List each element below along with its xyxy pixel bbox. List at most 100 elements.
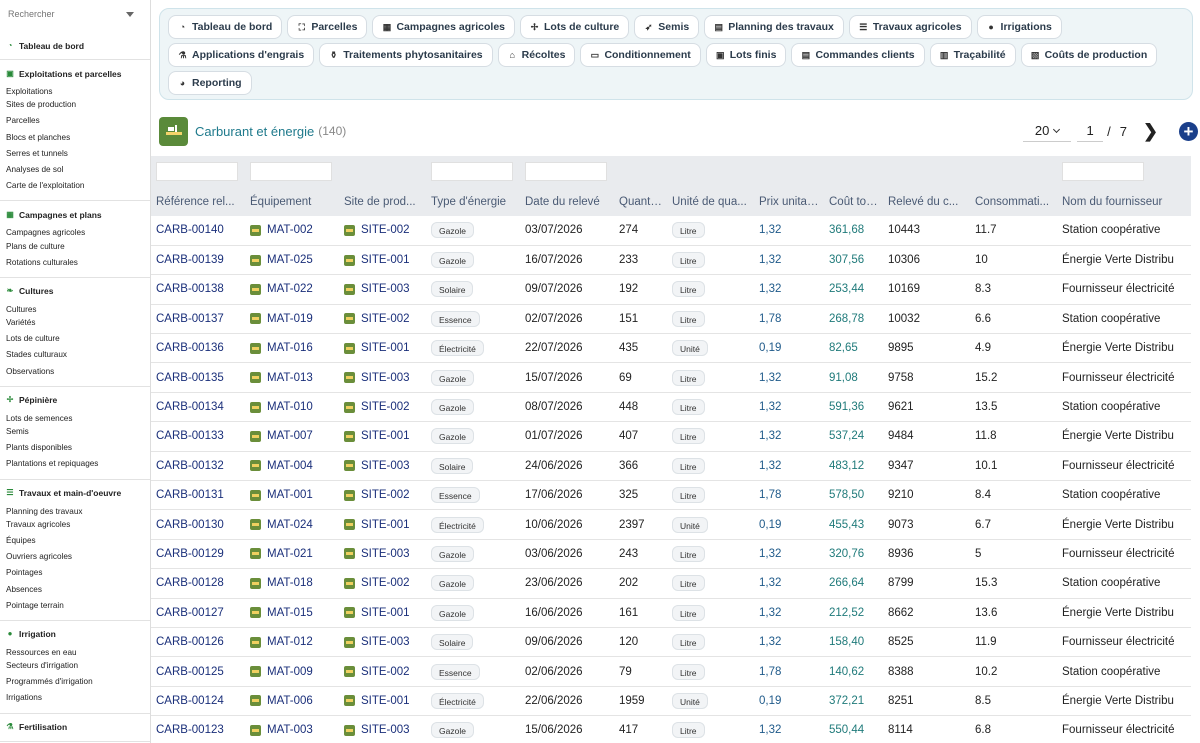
table-row[interactable]: CARB-00137 MAT-019 SITE-002 Essence 02/07/20… xyxy=(151,304,1191,335)
sidebar-section-header[interactable]: ✢ Pépinière xyxy=(0,393,150,408)
sidebar-item[interactable]: Variétés xyxy=(0,315,150,331)
sidebar-item[interactable]: Semis xyxy=(0,424,150,440)
site-link[interactable]: SITE-002 xyxy=(344,666,421,678)
sidebar-item[interactable]: Pointages xyxy=(0,565,150,581)
column-header[interactable]: Équipement xyxy=(245,188,339,216)
site-link[interactable]: SITE-003 xyxy=(344,372,421,384)
equipment-link[interactable]: MAT-018 xyxy=(250,577,334,589)
sidebar-item[interactable]: Ouvriers agricoles xyxy=(0,549,150,565)
sidebar-search[interactable] xyxy=(6,4,144,24)
record-reference-link[interactable]: CARB-00138 xyxy=(156,283,224,295)
record-reference-link[interactable]: CARB-00127 xyxy=(156,607,224,619)
equipment-link[interactable]: MAT-013 xyxy=(250,372,334,384)
sidebar-item[interactable]: Pointage terrain xyxy=(0,598,150,614)
sidebar-item[interactable]: Irrigations xyxy=(0,690,150,706)
record-reference-link[interactable]: CARB-00133 xyxy=(156,430,224,442)
column-header[interactable]: Prix unitaire xyxy=(754,188,824,216)
sidebar-item[interactable]: Serres et tunnels xyxy=(0,146,150,162)
sidebar-item[interactable]: Parcelles xyxy=(0,113,150,129)
table-row[interactable]: CARB-00135 MAT-013 SITE-003 Gazole 15/07/202… xyxy=(151,362,1191,393)
module-button[interactable]: ▤ Planning des travaux xyxy=(704,15,844,39)
sidebar-item[interactable]: Sites de production xyxy=(0,97,150,113)
sidebar-section-header[interactable]: ❧ Cultures xyxy=(0,284,150,299)
sidebar-section-header[interactable]: ▦ Campagnes et plans xyxy=(0,207,150,222)
record-reference-link[interactable]: CARB-00139 xyxy=(156,254,224,266)
sidebar-section-header[interactable]: ☰ Travaux et main-d'oeuvre xyxy=(0,486,150,501)
sidebar-item[interactable]: Plants disponibles xyxy=(0,440,150,456)
module-button[interactable]: ▤ Commandes clients xyxy=(791,43,925,67)
record-reference-link[interactable]: CARB-00132 xyxy=(156,460,224,472)
site-link[interactable]: SITE-003 xyxy=(344,283,421,295)
module-button[interactable]: ☰ Travaux agricoles xyxy=(848,15,972,39)
record-reference-link[interactable]: CARB-00128 xyxy=(156,577,224,589)
site-link[interactable]: SITE-002 xyxy=(344,401,421,413)
column-filter-input[interactable] xyxy=(525,162,607,181)
module-button[interactable]: ▥ Traçabilité xyxy=(929,43,1016,67)
sidebar-item[interactable]: Lots de culture xyxy=(0,331,150,347)
column-header[interactable]: Date du relevé xyxy=(520,188,614,216)
site-link[interactable]: SITE-001 xyxy=(344,254,421,266)
site-link[interactable]: SITE-001 xyxy=(344,430,421,442)
sidebar-item[interactable]: Lots de semences xyxy=(0,408,150,424)
module-button[interactable]: ⛶ Parcelles xyxy=(287,15,368,39)
equipment-link[interactable]: MAT-012 xyxy=(250,636,334,648)
sidebar-item[interactable]: Blocs et planches xyxy=(0,130,150,146)
equipment-link[interactable]: MAT-024 xyxy=(250,519,334,531)
site-link[interactable]: SITE-001 xyxy=(344,607,421,619)
module-button[interactable]: ▦ Campagnes agricoles xyxy=(372,15,515,39)
equipment-link[interactable]: MAT-007 xyxy=(250,430,334,442)
table-row[interactable]: CARB-00129 MAT-021 SITE-003 Gazole 03/06/202… xyxy=(151,539,1191,570)
table-row[interactable]: CARB-00134 MAT-010 SITE-002 Gazole 08/07/202… xyxy=(151,392,1191,423)
per-page-select[interactable]: 20 xyxy=(1023,120,1072,142)
table-row[interactable]: CARB-00123 MAT-003 SITE-003 Gazole 15/06/202… xyxy=(151,715,1191,743)
sidebar-item[interactable]: Plantations et repiquages xyxy=(0,456,150,472)
sidebar-item[interactable]: Absences xyxy=(0,582,150,598)
column-header[interactable]: Nom du fournisseur xyxy=(1057,188,1191,216)
column-filter-input[interactable] xyxy=(1062,162,1144,181)
equipment-link[interactable]: MAT-022 xyxy=(250,283,334,295)
equipment-link[interactable]: MAT-019 xyxy=(250,313,334,325)
column-header[interactable]: Type d'énergie xyxy=(426,188,520,216)
site-link[interactable]: SITE-001 xyxy=(344,519,421,531)
record-reference-link[interactable]: CARB-00136 xyxy=(156,342,224,354)
sidebar-item[interactable]: Exploitations xyxy=(0,81,150,97)
sidebar-item[interactable]: Campagnes agricoles xyxy=(0,222,150,238)
column-filter-input[interactable] xyxy=(431,162,513,181)
column-header[interactable]: Consommati... xyxy=(970,188,1057,216)
equipment-link[interactable]: MAT-006 xyxy=(250,695,334,707)
equipment-link[interactable]: MAT-002 xyxy=(250,224,334,236)
record-reference-link[interactable]: CARB-00135 xyxy=(156,372,224,384)
sidebar-item[interactable]: Rotations culturales xyxy=(0,255,150,271)
add-record-button[interactable]: + xyxy=(1179,121,1198,141)
column-header[interactable]: Site de prod... xyxy=(339,188,426,216)
record-reference-link[interactable]: CARB-00123 xyxy=(156,724,224,736)
equipment-link[interactable]: MAT-001 xyxy=(250,489,334,501)
module-button[interactable]: ▭ Conditionnement xyxy=(580,43,701,67)
module-button[interactable]: ⚗ Applications d'engrais xyxy=(168,43,315,67)
table-row[interactable]: CARB-00124 MAT-006 SITE-001 Électricité 22/0… xyxy=(151,686,1191,717)
sidebar-item[interactable]: Cultures xyxy=(0,299,150,315)
module-button[interactable]: ◕ Reporting xyxy=(168,71,252,95)
page-number-input[interactable]: 1 xyxy=(1077,120,1104,142)
table-row[interactable]: CARB-00138 MAT-022 SITE-003 Solaire 09/07/20… xyxy=(151,274,1191,305)
column-header[interactable]: Quantité xyxy=(614,188,667,216)
table-row[interactable]: CARB-00136 MAT-016 SITE-001 Électricité 22/0… xyxy=(151,333,1191,364)
column-filter-input[interactable] xyxy=(156,162,238,181)
equipment-link[interactable]: MAT-021 xyxy=(250,548,334,560)
table-row[interactable]: CARB-00130 MAT-024 SITE-001 Électricité 10/0… xyxy=(151,509,1191,540)
sidebar-item-dashboard[interactable]: ◔ Tableau de bord xyxy=(0,38,150,53)
site-link[interactable]: SITE-002 xyxy=(344,577,421,589)
record-reference-link[interactable]: CARB-00129 xyxy=(156,548,224,560)
record-reference-link[interactable]: CARB-00130 xyxy=(156,519,224,531)
equipment-link[interactable]: MAT-016 xyxy=(250,342,334,354)
search-input[interactable] xyxy=(8,9,118,19)
table-row[interactable]: CARB-00125 MAT-009 SITE-002 Essence 02/06/20… xyxy=(151,656,1191,687)
site-link[interactable]: SITE-001 xyxy=(344,695,421,707)
column-header[interactable]: Coût total xyxy=(824,188,883,216)
column-header[interactable]: Relevé du c... xyxy=(883,188,970,216)
table-row[interactable]: CARB-00128 MAT-018 SITE-002 Gazole 23/06/202… xyxy=(151,568,1191,599)
site-link[interactable]: SITE-002 xyxy=(344,224,421,236)
module-button[interactable]: ▣ Lots finis xyxy=(705,43,787,67)
record-reference-link[interactable]: CARB-00125 xyxy=(156,666,224,678)
site-link[interactable]: SITE-003 xyxy=(344,724,421,736)
